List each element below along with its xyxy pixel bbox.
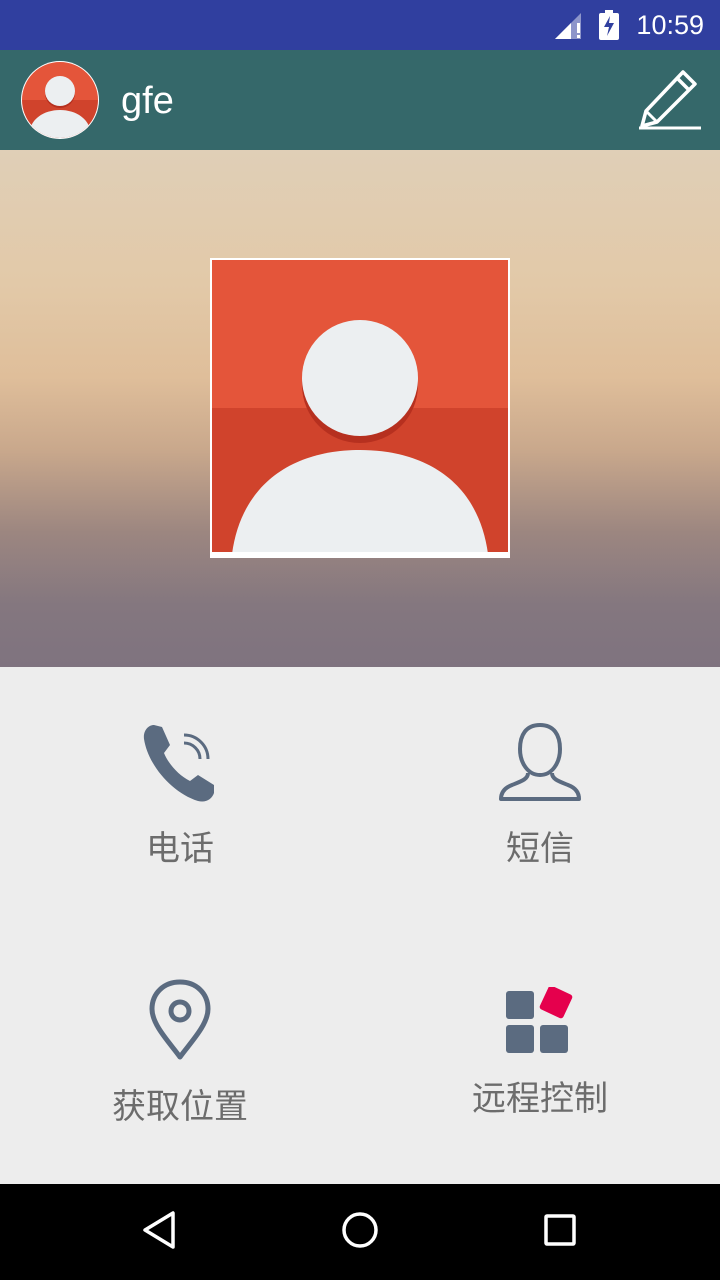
- call-label: 电话: [146, 829, 214, 869]
- sms-label: 短信: [506, 829, 574, 869]
- navigation-bar: [0, 1184, 720, 1280]
- back-triangle-icon: [140, 1210, 180, 1254]
- pencil-icon: [637, 66, 703, 134]
- avatar-icon[interactable]: [20, 60, 100, 140]
- location-action[interactable]: 获取位置: [0, 925, 360, 1183]
- home-circle-icon: [340, 1210, 380, 1254]
- signal-icon: [553, 11, 585, 45]
- call-action[interactable]: 电话: [0, 667, 360, 925]
- recents-button[interactable]: [536, 1208, 584, 1256]
- default-avatar-icon: [212, 260, 508, 556]
- edit-button[interactable]: [632, 64, 708, 136]
- apps-grid-icon: [360, 987, 720, 1055]
- location-pin-icon: [0, 979, 360, 1061]
- location-label: 获取位置: [112, 1087, 248, 1127]
- contact-photo[interactable]: [210, 258, 510, 558]
- status-bar: 10:59: [0, 0, 720, 50]
- phone-icon: [0, 721, 360, 805]
- recents-square-icon: [540, 1210, 580, 1254]
- home-button[interactable]: [336, 1208, 384, 1256]
- status-time: 10:59: [636, 10, 704, 40]
- app-bar: gfe: [0, 50, 720, 150]
- remote-control-label: 远程控制: [472, 1079, 608, 1119]
- back-button[interactable]: [136, 1208, 184, 1256]
- battery-charging-icon: [598, 10, 620, 44]
- person-outline-icon: [360, 721, 720, 805]
- remote-control-action[interactable]: 远程控制: [360, 925, 720, 1183]
- sms-action[interactable]: 短信: [360, 667, 720, 925]
- contact-name-title: gfe: [121, 80, 174, 122]
- hero-background: [0, 150, 720, 667]
